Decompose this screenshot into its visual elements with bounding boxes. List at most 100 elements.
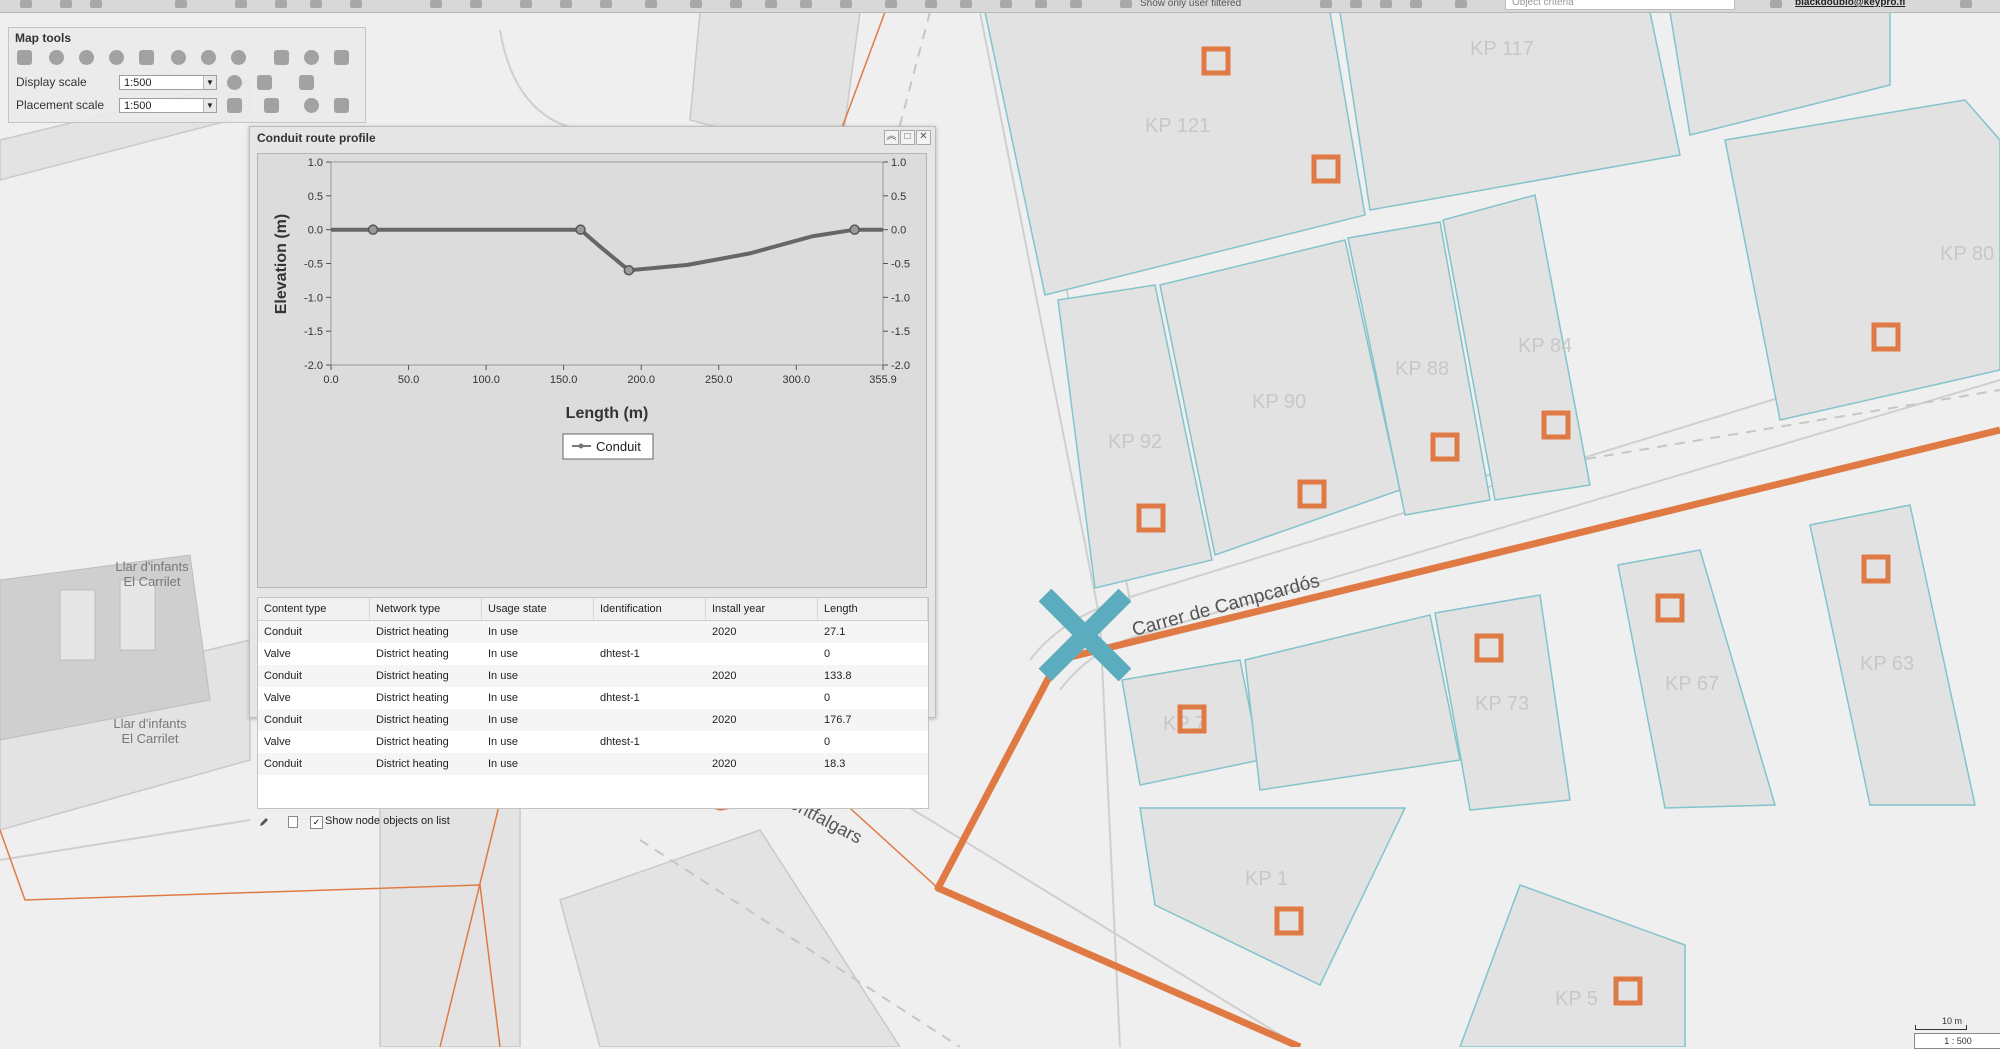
toolbar-icon[interactable] xyxy=(960,0,972,8)
toolbar-icon[interactable] xyxy=(310,0,322,8)
toolbar-icon[interactable] xyxy=(520,0,532,8)
table-row[interactable]: Valve District heating In use dhtest-1 0 xyxy=(258,643,928,665)
table-cell: In use xyxy=(488,714,518,726)
toolbar-icon[interactable] xyxy=(350,0,362,8)
toolbar-icon[interactable] xyxy=(60,0,72,8)
toolbar-icon[interactable] xyxy=(560,0,572,8)
google-icon[interactable] xyxy=(257,75,272,90)
toolbar-icon[interactable] xyxy=(690,0,702,8)
table-row[interactable]: Conduit District heating In use 2020 133.8 xyxy=(258,665,928,687)
panel-window-buttons: ︽ □ ✕ xyxy=(883,130,931,148)
x-tick-label: 300.0 xyxy=(783,374,811,386)
poi-label: Llar d'infants xyxy=(113,716,187,731)
toolbar-icon[interactable] xyxy=(1070,0,1082,8)
toolbar-icon[interactable] xyxy=(1455,0,1467,8)
toolbar-icon[interactable] xyxy=(1000,0,1012,8)
close-icon[interactable]: ✕ xyxy=(916,130,931,145)
y-tick-label: -0.5 xyxy=(891,259,910,271)
legend-icon[interactable] xyxy=(227,98,242,113)
measure-icon[interactable] xyxy=(274,50,289,65)
table-cell: District heating xyxy=(376,648,449,660)
table-cell: Conduit xyxy=(264,626,302,638)
toolbar-icon[interactable] xyxy=(1410,0,1422,8)
back-icon[interactable] xyxy=(171,50,186,65)
zoom-box-icon[interactable] xyxy=(109,50,124,65)
show-node-objects-checkbox[interactable]: ✓ xyxy=(310,816,323,829)
map-icon[interactable] xyxy=(299,75,314,90)
toolbar-icon[interactable] xyxy=(885,0,897,8)
toolbar-icon[interactable] xyxy=(1035,0,1047,8)
poi-label: El Carrilet xyxy=(123,574,180,589)
window-icon[interactable] xyxy=(334,50,349,65)
column-header[interactable]: Network type xyxy=(370,598,482,620)
extent-icon[interactable] xyxy=(139,50,154,65)
toolbar-icon[interactable] xyxy=(235,0,247,8)
table-cell: 0 xyxy=(824,692,831,704)
zoom-in-icon[interactable] xyxy=(49,50,64,65)
x-tick-label: 50.0 xyxy=(398,374,419,386)
toolbar-icon[interactable] xyxy=(840,0,852,8)
table-row[interactable]: Conduit District heating In use 2020 18.3 xyxy=(258,753,928,775)
column-header[interactable]: Install year xyxy=(706,598,818,620)
y-tick-label: 0.0 xyxy=(891,225,906,237)
toolbar-icon[interactable] xyxy=(730,0,742,8)
show-node-objects-label: Show node objects on list xyxy=(325,815,450,827)
placement-scale-label: Placement scale xyxy=(16,98,105,112)
print-icon[interactable] xyxy=(264,98,279,113)
collapse-icon[interactable]: ︽ xyxy=(884,130,899,145)
zoom-out-icon[interactable] xyxy=(79,50,94,65)
table-cell: Conduit xyxy=(264,714,302,726)
toolbar-icon[interactable] xyxy=(1770,0,1782,8)
table-cell: 2020 xyxy=(712,626,737,638)
toolbar-icon[interactable] xyxy=(1320,0,1332,8)
settings-icon[interactable] xyxy=(1960,0,1972,8)
search-input[interactable]: Object criteria xyxy=(1505,0,1735,10)
forward-icon[interactable] xyxy=(201,50,216,65)
table-row[interactable]: Valve District heating In use dhtest-1 0 xyxy=(258,731,928,753)
user-link[interactable]: blackdoublo@keypro.fi xyxy=(1795,0,1905,8)
grid-icon[interactable] xyxy=(334,98,349,113)
placement-scale-select[interactable]: 1:500 ▼ xyxy=(119,98,217,113)
toolbar-icon[interactable] xyxy=(90,0,102,8)
toolbar-icon[interactable] xyxy=(1350,0,1362,8)
toolbar-icon[interactable] xyxy=(1380,0,1392,8)
toolbar-icon[interactable] xyxy=(470,0,482,8)
display-scale-select[interactable]: 1:500 ▼ xyxy=(119,75,217,90)
column-header[interactable]: Content type xyxy=(258,598,370,620)
toolbar-icon[interactable] xyxy=(925,0,937,8)
layers-icon[interactable] xyxy=(227,75,242,90)
column-header[interactable]: Length xyxy=(818,598,928,620)
table-cell xyxy=(706,643,818,665)
x-axis-label: Length (m) xyxy=(566,405,649,422)
parcel-label: KP 67 xyxy=(1665,673,1719,695)
y-tick-label: 0.5 xyxy=(891,191,906,203)
toolbar-icon[interactable] xyxy=(275,0,287,8)
toolbar-icon[interactable] xyxy=(1120,0,1132,8)
edit-icon[interactable] xyxy=(258,816,270,828)
toolbar-icon[interactable] xyxy=(430,0,442,8)
chevron-down-icon[interactable]: ▼ xyxy=(203,99,216,112)
hand-icon[interactable] xyxy=(17,50,32,65)
toolbar-icon[interactable] xyxy=(20,0,32,8)
refresh-icon[interactable] xyxy=(304,50,319,65)
info-icon[interactable] xyxy=(231,50,246,65)
y-tick-label: 1.0 xyxy=(891,157,906,169)
page-icon[interactable] xyxy=(288,816,298,828)
toolbar-icon[interactable] xyxy=(600,0,612,8)
maximize-icon[interactable]: □ xyxy=(900,130,915,145)
toolbar-icon[interactable] xyxy=(800,0,812,8)
y-tick-label: -2.0 xyxy=(891,360,910,372)
column-header[interactable]: Identification xyxy=(594,598,706,620)
toolbar-icon[interactable] xyxy=(645,0,657,8)
table-row[interactable]: Valve District heating In use dhtest-1 0 xyxy=(258,687,928,709)
column-header[interactable]: Usage state xyxy=(482,598,594,620)
filter-dropdown[interactable]: Show only user filtered xyxy=(1140,0,1241,9)
x-tick-label: 355.9 xyxy=(869,374,897,386)
table-cell: 2020 xyxy=(712,758,737,770)
table-row[interactable]: Conduit District heating In use 2020 27.1 xyxy=(258,621,928,643)
table-row[interactable]: Conduit District heating In use 2020 176.7 xyxy=(258,709,928,731)
toolbar-icon[interactable] xyxy=(175,0,187,8)
locate-icon[interactable] xyxy=(304,98,319,113)
chevron-down-icon[interactable]: ▼ xyxy=(203,76,216,89)
toolbar-icon[interactable] xyxy=(765,0,777,8)
